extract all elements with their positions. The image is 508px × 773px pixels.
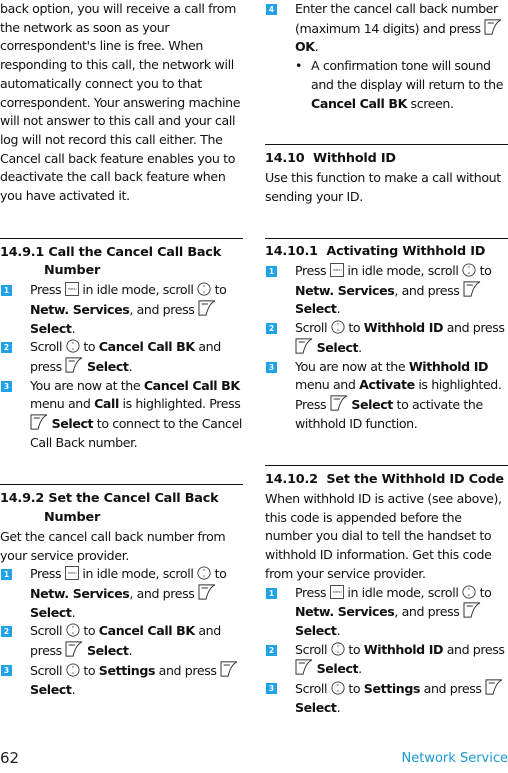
left-soft-key-icon — [330, 395, 348, 411]
step-number-badge: 3 — [1, 664, 12, 676]
step-number-badge: 3 — [1, 380, 12, 392]
step-4: 4 Enter the cancel call back number (max… — [265, 0, 508, 57]
step-number-badge: 1 — [266, 266, 277, 278]
left-soft-key-icon — [198, 584, 216, 600]
navigation-scroll-icon — [331, 642, 345, 656]
left-soft-key-icon — [220, 661, 238, 677]
left-soft-key-icon — [295, 338, 313, 354]
heading-14-9-2: 14.9.2 Set the Cancel Call Back Number — [0, 491, 219, 526]
step-number-badge: 1 — [266, 587, 277, 599]
step-number-badge: 2 — [266, 323, 277, 335]
heading-14-10-2: 14.10.2 Set the Withhold ID Code — [265, 472, 504, 488]
step-number-badge: 3 — [266, 683, 277, 695]
step-number-badge: 1 — [1, 285, 12, 297]
left-soft-key-icon — [295, 659, 313, 675]
step-3: 3 You are now at the Withhold ID menu an… — [265, 358, 508, 434]
left-soft-key-icon — [30, 414, 48, 430]
step-2: 2 Scroll to Cancel Call BK and press Sel… — [0, 338, 243, 376]
section-intro: Use this function to make a call without… — [265, 169, 501, 204]
navigation-scroll-icon — [66, 339, 80, 353]
page-footer: 62 Network Service — [0, 745, 508, 773]
left-soft-key-icon — [198, 300, 216, 316]
step-number-badge: 2 — [1, 626, 12, 638]
navigation-scroll-icon — [66, 623, 80, 637]
section-intro: Get the cancel call back number from you… — [0, 528, 226, 563]
bullet-icon: • — [295, 58, 303, 74]
step-3: 3 Scroll to Settings and press Select. — [0, 661, 243, 699]
bullet-item: • A confirmation tone will sound and the… — [295, 58, 504, 111]
heading-14-10-1: 14.10.1 Activating Withhold ID — [265, 244, 486, 260]
step-1: 1 Press in idle mode, scroll to Netw. Se… — [0, 565, 243, 622]
step-2: 2 Scroll to Withhold ID and press Select… — [265, 641, 508, 679]
step-number-badge: 1 — [1, 569, 12, 581]
navigation-scroll-icon — [331, 320, 345, 334]
navigation-scroll-icon — [66, 663, 80, 677]
navigation-scroll-icon — [462, 585, 476, 599]
left-column: back option, you will receive a call fro… — [0, 0, 243, 699]
step-1: 1 Press in idle mode, scroll to Netw. Se… — [0, 281, 243, 338]
navigation-scroll-icon — [197, 282, 211, 296]
intro-paragraph: back option, you will receive a call fro… — [0, 1, 241, 204]
heading-14-10: 14.10 Withhold ID — [265, 151, 396, 167]
left-soft-key-icon — [463, 281, 481, 297]
footer-section-name: Network Service — [401, 751, 508, 766]
menu-key-icon — [65, 282, 79, 296]
step-1: 1 Press in idle mode, scroll to Netw. Se… — [265, 584, 508, 641]
step-number-badge: 3 — [266, 361, 277, 373]
navigation-scroll-icon — [197, 566, 211, 580]
navigation-scroll-icon — [331, 681, 345, 695]
step-3: 3 You are now at the Cancel Call BK menu… — [0, 377, 243, 453]
step-1: 1 Press in idle mode, scroll to Netw. Se… — [265, 262, 508, 319]
navigation-scroll-icon — [462, 263, 476, 277]
menu-key-icon — [65, 566, 79, 580]
step-number-badge: 2 — [1, 342, 12, 354]
section-intro: When withhold ID is active (see above), … — [265, 491, 502, 581]
menu-key-icon — [330, 585, 344, 599]
heading-14-9-1: 14.9.1 Call the Cancel Call Back Number — [0, 244, 222, 279]
step-number-badge: 4 — [266, 4, 277, 15]
left-soft-key-icon — [485, 679, 503, 695]
left-soft-key-icon — [484, 19, 502, 35]
right-column: 4 Enter the cancel call back number (max… — [265, 0, 508, 718]
left-soft-key-icon — [65, 641, 83, 657]
left-soft-key-icon — [463, 602, 481, 618]
step-3: 3 Scroll to Settings and press Select. — [265, 679, 508, 717]
menu-key-icon — [330, 263, 344, 277]
step-2: 2 Scroll to Cancel Call BK and press Sel… — [0, 622, 243, 660]
page-number: 62 — [0, 749, 20, 767]
step-number-badge: 2 — [266, 644, 277, 656]
left-soft-key-icon — [65, 357, 83, 373]
step-2: 2 Scroll to Withhold ID and press Select… — [265, 319, 508, 357]
